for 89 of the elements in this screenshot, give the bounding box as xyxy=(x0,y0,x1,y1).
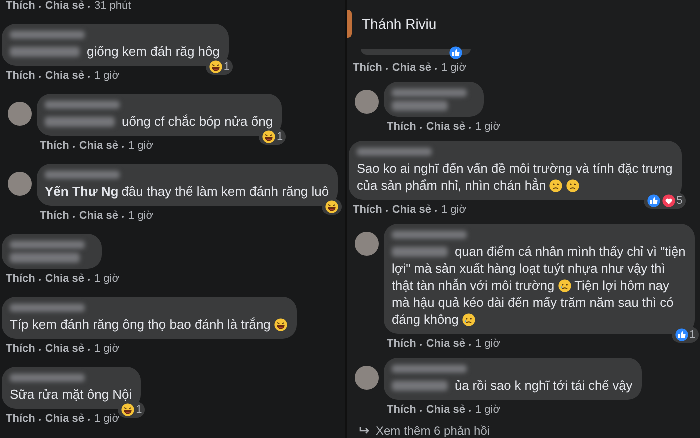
laughing-emoji-icon xyxy=(274,318,288,332)
comment-text: Tiện lợi hôm nay xyxy=(574,277,670,294)
like-link[interactable]: Thích xyxy=(6,70,36,83)
share-link[interactable]: Chia sẻ xyxy=(392,204,432,217)
avatar[interactable] xyxy=(355,232,379,256)
share-link[interactable]: Chia sẻ xyxy=(45,70,84,83)
reaction-badge[interactable]: 1 xyxy=(118,402,146,418)
comment-time: 1 giờ xyxy=(94,70,120,83)
comment-text: Típ kem đánh răng ông thọ bao đánh là trắng xyxy=(10,316,271,333)
comment-time: 1 giờ xyxy=(94,343,120,356)
comment-text: thật tàn nhẫn với môi trường xyxy=(392,277,555,294)
reaction-badge[interactable]: 5 xyxy=(644,193,686,209)
laughing-emoji-icon xyxy=(325,200,340,214)
share-link[interactable]: Chia sẻ xyxy=(79,210,118,223)
crying-emoji-icon xyxy=(462,312,476,326)
comment-time: 1 giờ xyxy=(475,121,500,134)
comment-time: 31 phút xyxy=(94,0,132,13)
like-link[interactable]: Thích xyxy=(6,343,36,356)
share-link[interactable]: Chia sẻ xyxy=(79,140,118,153)
comment-text: đáng không xyxy=(392,311,459,328)
like-link[interactable]: Thích xyxy=(6,0,36,13)
reply-arrow-icon xyxy=(359,426,371,436)
share-link[interactable]: Chia sẻ xyxy=(45,413,84,426)
comment-time: 1 giờ xyxy=(128,140,154,153)
comment-time: 1 giờ xyxy=(128,210,154,223)
thumbs-up-icon xyxy=(646,194,661,208)
share-link[interactable]: Chia sẻ xyxy=(426,121,466,134)
reaction-count: 5 xyxy=(676,195,683,207)
blurred-name xyxy=(45,116,115,126)
reaction-count: 1 xyxy=(690,329,696,341)
share-link[interactable]: Chia sẻ xyxy=(45,273,84,286)
like-link[interactable]: Thích xyxy=(353,62,382,75)
reaction-badge[interactable]: 1 xyxy=(206,59,233,75)
comment-time: 1 giờ xyxy=(441,204,466,217)
comment-time: 1 giờ xyxy=(441,62,466,75)
comment-text: Sữa rửa mặt ông Nội xyxy=(10,386,132,403)
blurred-name xyxy=(10,253,80,263)
comment-text: của sản phẩm nhỉ, nhìn chán hẳn xyxy=(357,177,546,194)
crying-emoji-icon xyxy=(558,278,572,292)
confused-emoji-icon xyxy=(566,178,580,192)
comment-text: ủa rồi sao k nghĩ tới tái chế vậy xyxy=(455,377,633,394)
thumbs-up-icon xyxy=(449,46,463,60)
avatar[interactable] xyxy=(355,90,379,114)
comment-text: lợi" mà sản xuất hàng loạt tuýt nhựa như vậy thì xyxy=(392,260,666,277)
comment-text: đâu thay thế làm kem đánh răng luô xyxy=(122,183,330,200)
like-link[interactable]: Thích xyxy=(40,210,70,223)
avatar[interactable] xyxy=(8,102,32,126)
like-link[interactable]: Thích xyxy=(387,404,416,417)
blurred-name xyxy=(10,46,80,56)
comment-time: 1 giờ xyxy=(475,338,500,351)
comment-text: giống kem đáh răg hôg xyxy=(87,43,220,60)
blurred-name xyxy=(392,380,448,390)
reaction-badge[interactable] xyxy=(322,199,342,215)
thumbs-up-icon xyxy=(674,328,689,342)
comment-text: Sao ko ai nghĩ đến vấn đề môi trường và tính đặc trưng xyxy=(357,160,673,177)
avatar[interactable] xyxy=(355,366,379,390)
page-name[interactable]: Thánh Riviu xyxy=(362,16,437,32)
avatar[interactable] xyxy=(8,172,32,196)
mention-link[interactable]: Yến Thư Ng xyxy=(45,183,119,200)
share-link[interactable]: Chia sẻ xyxy=(392,62,432,75)
page-avatar[interactable] xyxy=(347,10,352,38)
comment-time: 1 giờ xyxy=(94,273,120,286)
comment-text: mà hậu quả kéo dài đến mấy trăm năm sau thì có xyxy=(392,294,674,311)
reaction-count: 1 xyxy=(276,131,284,143)
share-link[interactable]: Chia sẻ xyxy=(45,0,84,13)
share-link[interactable]: Chia sẻ xyxy=(426,338,466,351)
comment-text: quan điểm cá nhân mình thấy chỉ vì "tiện xyxy=(455,243,686,260)
reaction-badge[interactable]: 1 xyxy=(258,129,286,145)
comment-time: 1 giờ xyxy=(94,413,120,426)
laughing-emoji-icon xyxy=(262,130,276,144)
laughing-emoji-icon xyxy=(208,60,223,74)
like-link[interactable]: Thích xyxy=(6,273,36,286)
comment-text: uống cf chắc bóp nửa ống xyxy=(122,113,274,130)
reaction-badge[interactable]: 1 xyxy=(672,327,699,343)
share-link[interactable]: Chia sẻ xyxy=(45,343,84,356)
laughing-emoji-icon xyxy=(121,403,136,417)
comment-time: 1 giờ xyxy=(475,404,500,417)
blurred-name xyxy=(392,101,448,111)
like-link[interactable]: Thích xyxy=(387,121,416,134)
like-link[interactable]: Thích xyxy=(353,204,382,217)
more-replies-link[interactable]: Xem thêm 6 phản hồi xyxy=(376,424,490,438)
reaction-count: 1 xyxy=(136,404,142,416)
reaction-count: 1 xyxy=(224,61,230,73)
share-link[interactable]: Chia sẻ xyxy=(426,404,466,417)
like-link[interactable]: Thích xyxy=(6,413,36,426)
confused-emoji-icon xyxy=(549,178,564,192)
blurred-name xyxy=(392,246,448,256)
like-link[interactable]: Thích xyxy=(387,338,416,351)
like-link[interactable]: Thích xyxy=(40,140,70,153)
